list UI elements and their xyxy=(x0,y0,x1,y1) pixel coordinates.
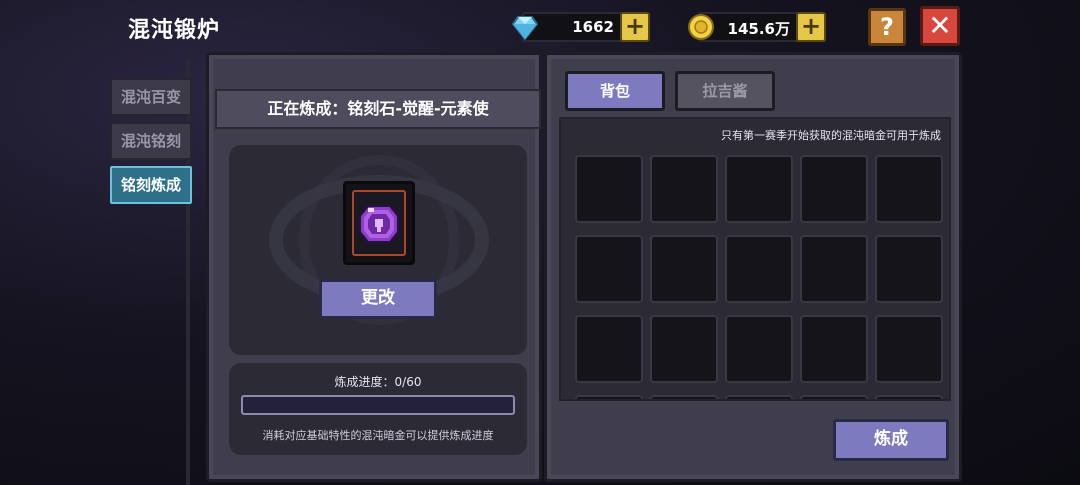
side-tab-inscription-forge[interactable]: 铭刻炼成 xyxy=(110,166,192,204)
gold-coin-icon xyxy=(688,14,714,40)
tab-backpack[interactable]: 背包 xyxy=(565,71,665,111)
inventory-slot[interactable] xyxy=(800,315,868,383)
inventory-slot[interactable] xyxy=(725,315,793,383)
inventory-slot[interactable] xyxy=(575,155,643,223)
inventory-slot[interactable] xyxy=(875,235,943,303)
plus-icon: + xyxy=(800,12,822,40)
item-frame xyxy=(352,190,406,256)
question-icon: ? xyxy=(880,13,894,41)
inventory-slot[interactable] xyxy=(875,395,943,399)
inventory-slot[interactable] xyxy=(800,235,868,303)
inventory-grid xyxy=(575,155,943,399)
diamond-icon xyxy=(511,16,539,41)
inventory-slot[interactable] xyxy=(650,315,718,383)
forge-panel: 正在炼成：铭刻石-觉醒-元素使 更改 炼成进度：0/60 消耗对应基础特性的混沌… xyxy=(206,52,542,482)
inventory-slot[interactable] xyxy=(800,155,868,223)
inventory-slot[interactable] xyxy=(650,395,718,399)
side-tab-chaos-transform[interactable]: 混沌百变 xyxy=(110,78,192,116)
progress-hint: 消耗对应基础特性的混沌暗金可以提供炼成进度 xyxy=(262,429,494,442)
inventory-slot[interactable] xyxy=(875,315,943,383)
inventory-slot[interactable] xyxy=(650,235,718,303)
inventory-slot[interactable] xyxy=(725,155,793,223)
inventory-note: 只有第一赛季开始获取的混沌暗金可用于炼成 xyxy=(721,129,941,142)
inventory-grid-area[interactable]: 只有第一赛季开始获取的混沌暗金可用于炼成 xyxy=(559,117,951,401)
diamond-value: 1662 xyxy=(572,18,614,36)
forge-button[interactable]: 炼成 xyxy=(833,419,949,461)
purple-gem-icon xyxy=(359,205,399,243)
inventory-slot[interactable] xyxy=(875,155,943,223)
plus-icon: + xyxy=(624,12,646,40)
inventory-slot[interactable] xyxy=(725,235,793,303)
inventory-slot[interactable] xyxy=(800,395,868,399)
help-button[interactable]: ? xyxy=(868,8,906,46)
inventory-slot[interactable] xyxy=(575,235,643,303)
gold-value: 145.6万 xyxy=(727,20,790,38)
add-gold-button[interactable]: + xyxy=(796,12,826,42)
side-tab-list: 混沌百变 混沌铭刻 铭刻炼成 xyxy=(110,78,192,210)
progress-bar xyxy=(241,395,515,415)
close-button[interactable]: ✕ xyxy=(920,6,960,46)
page-title: 混沌锻炉 xyxy=(128,18,221,43)
add-diamond-button[interactable]: + xyxy=(620,12,650,42)
inventory-slot[interactable] xyxy=(575,315,643,383)
progress-section: 炼成进度：0/60 消耗对应基础特性的混沌暗金可以提供炼成进度 xyxy=(229,363,527,455)
diamond-counter: 1662 + xyxy=(511,12,650,42)
progress-label: 炼成进度：0/60 xyxy=(334,375,422,389)
tab-lajijiang[interactable]: 拉吉酱 xyxy=(675,71,775,111)
forge-display: 更改 xyxy=(229,145,527,355)
close-icon: ✕ xyxy=(928,9,952,42)
forge-target-title: 正在炼成：铭刻石-觉醒-元素使 xyxy=(215,89,541,129)
inventory-panel: 背包 拉吉酱 只有第一赛季开始获取的混沌暗金可用于炼成 炼成 xyxy=(544,52,962,482)
inventory-slot[interactable] xyxy=(650,155,718,223)
item-slot[interactable] xyxy=(343,181,415,265)
inventory-slot[interactable] xyxy=(575,395,643,399)
change-button[interactable]: 更改 xyxy=(319,279,437,319)
side-tab-chaos-inscription[interactable]: 混沌铭刻 xyxy=(110,122,192,160)
inventory-slot[interactable] xyxy=(725,395,793,399)
gold-counter: 145.6万 + xyxy=(688,12,826,42)
